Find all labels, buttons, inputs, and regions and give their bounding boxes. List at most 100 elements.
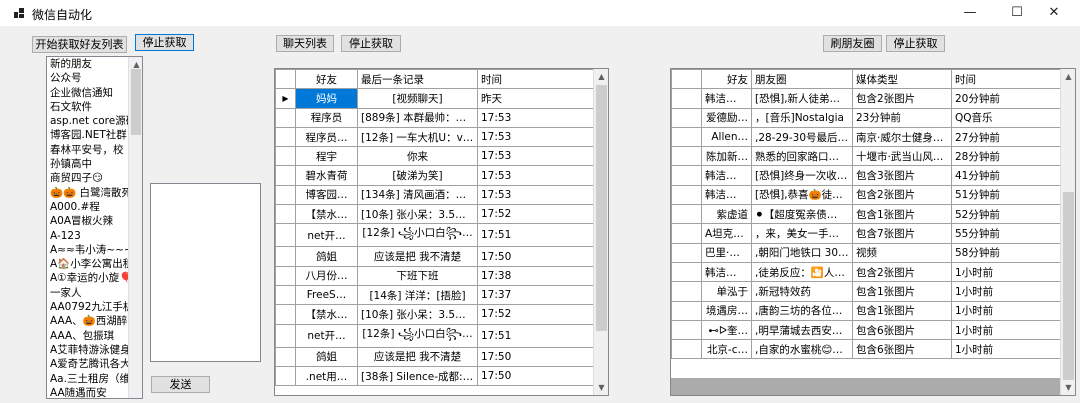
table-cell[interactable]: 包含6张图片 — [852, 339, 952, 360]
table-cell[interactable]: 51分钟前 — [951, 184, 1063, 206]
table-cell[interactable]: net开… — [295, 223, 358, 248]
table-row[interactable]: 单泓于 ,新冠特效药 包含1张图片 1小时前 — [671, 281, 1063, 302]
table-cell[interactable]: ,28-29-30号最后3… — [751, 126, 853, 148]
table-cell[interactable]: 17:50 — [477, 365, 596, 387]
table-cell[interactable]: 韩洁🎃… — [701, 184, 752, 206]
column-header[interactable]: 时间 — [477, 69, 596, 90]
table-cell[interactable]: 41分钟前 — [951, 165, 1063, 186]
table-cell[interactable]: 碧水青荷 — [295, 165, 358, 186]
table-row[interactable]: .net用… [38条] Silence-成都: … 17:50 — [275, 365, 596, 387]
row-header[interactable] — [275, 126, 296, 148]
table-cell[interactable]: ,明早蒲城去西安！… — [751, 319, 853, 341]
table-cell[interactable]: 熟悉的回家路口🛄… — [751, 146, 853, 167]
row-header[interactable] — [671, 88, 702, 109]
start-fetch-friends-button[interactable]: 开始获取好友列表 — [32, 36, 127, 53]
refresh-moments-button[interactable]: 刷朋友圈 — [823, 35, 882, 52]
chat-list-button[interactable]: 聊天列表 — [276, 35, 334, 52]
row-header[interactable] — [275, 107, 296, 128]
table-cell[interactable]: 爱德励… — [701, 107, 752, 128]
table-cell[interactable]: 1小时前 — [951, 261, 1063, 283]
table-cell[interactable]: 17:50 — [477, 346, 596, 367]
table-row[interactable]: net开… [12条] ꧁小口白꧂… 17:51 — [275, 223, 596, 248]
table-cell[interactable]: 下班下班 — [357, 265, 478, 286]
row-header[interactable] — [275, 165, 296, 186]
table-cell[interactable]: ,新冠特效药 — [751, 281, 853, 302]
table-row[interactable]: FreeS… [14条] 洋洋：[捂脸] 17:37 — [275, 284, 596, 306]
table-cell[interactable]: [134条] 清风画酒：我… — [357, 184, 478, 206]
table-row[interactable]: 紫虚道 ⚫【超度冤亲债… 包含1张图片 52分钟前 — [671, 204, 1063, 225]
row-header[interactable] — [671, 165, 702, 186]
table-cell[interactable]: 境遇房… — [701, 300, 752, 321]
table-row[interactable]: 【禁水… [10条] 张小呆：3.5应该… 17:52 — [275, 304, 596, 325]
table-cell[interactable]: 包含3张图片 — [852, 165, 952, 186]
row-header[interactable] — [671, 146, 702, 167]
row-header[interactable] — [671, 319, 702, 341]
column-header[interactable]: 最后一条记录 — [357, 69, 478, 90]
table-row[interactable]: ▶ 妈妈 [视频聊天] 昨天 — [275, 88, 596, 109]
table-cell[interactable]: 包含2张图片 — [852, 261, 952, 283]
table-cell[interactable]: 17:50 — [477, 246, 596, 267]
row-header[interactable] — [275, 223, 296, 248]
table-cell[interactable]: 十堰市·武当山风… — [852, 146, 952, 167]
table-cell[interactable]: 韩洁🎃… — [701, 88, 752, 109]
scroll-down-arrow-icon[interactable]: ▼ — [594, 380, 608, 395]
table-cell[interactable]: 八月份… — [295, 265, 358, 286]
table-cell[interactable]: 包含2张图片 — [852, 184, 952, 206]
row-header[interactable] — [671, 126, 702, 148]
table-cell[interactable]: [10条] 张小呆：3.5应该… — [357, 304, 478, 325]
table-cell[interactable]: 1小时前 — [951, 281, 1063, 302]
table-row[interactable]: 程序员 [889条] 本群最帅：服… 17:53 — [275, 107, 596, 128]
table-row[interactable]: 爱德励… ，[音乐]Nostalgia 23分钟前 QQ音乐 — [671, 107, 1063, 128]
maximize-icon[interactable]: ☐ — [997, 0, 1037, 26]
friend-list-scrollbar[interactable]: ▲ — [128, 57, 142, 398]
table-cell[interactable]: 包含6张图片 — [852, 319, 952, 341]
table-cell[interactable]: [12条] ꧁小口白꧂… — [357, 323, 478, 348]
row-header[interactable] — [671, 339, 702, 360]
column-header[interactable]: 时间 — [951, 69, 1063, 90]
table-cell[interactable]: 程序员 — [295, 107, 358, 128]
table-cell[interactable]: 程宇 — [295, 146, 358, 167]
table-cell[interactable]: 【禁水… — [295, 204, 358, 225]
row-header[interactable] — [671, 281, 702, 302]
scroll-up-arrow-icon[interactable]: ▲ — [1061, 69, 1075, 84]
moments-grid-scrollbar[interactable]: ▲ ▼ — [1060, 69, 1075, 395]
table-row[interactable]: 韩洁🎃… [恐惧],新人徒弟入… 包含2张图片 20分钟前 — [671, 88, 1063, 109]
chat-grid-scrollbar[interactable]: ▲ ▼ — [593, 69, 608, 395]
stop-fetch-moments-button[interactable]: 停止获取 — [886, 35, 945, 52]
table-cell[interactable]: 紫虚道 — [701, 204, 752, 225]
table-cell[interactable]: 17:52 — [477, 304, 596, 325]
stop-fetch-friends-button[interactable]: 停止获取 — [135, 34, 194, 51]
row-header[interactable] — [275, 146, 296, 167]
row-header[interactable] — [671, 223, 702, 244]
table-row[interactable]: A坦克🚗…，来，美女一手车 1…包含7张图片55分钟前 — [671, 223, 1063, 244]
table-cell[interactable]: [10条] 张小呆：3.5应该… — [357, 204, 478, 225]
column-header[interactable]: 好友 — [295, 69, 358, 90]
table-cell[interactable]: ，来，美女一手车 1… — [751, 223, 853, 244]
table-cell[interactable]: [12条] ꧁小口白꧂… — [357, 223, 478, 248]
table-cell[interactable]: 应该是把 我不清楚 — [357, 246, 478, 267]
table-cell[interactable]: 应该是把 我不清楚 — [357, 346, 478, 367]
table-cell[interactable]: 鸽姐 — [295, 346, 358, 367]
table-row[interactable]: 巴里·艾… ,朝阳门地铁口 300… 视频 58分钟前 — [671, 242, 1063, 263]
table-cell[interactable]: 17:51 — [477, 223, 596, 248]
table-cell[interactable]: [889条] 本群最帅：服… — [357, 107, 478, 128]
row-header[interactable] — [275, 346, 296, 367]
send-button[interactable]: 发送 — [151, 376, 210, 393]
table-cell[interactable]: 28分钟前 — [951, 146, 1063, 167]
table-row[interactable]: ⊷ᐅ奎… ,明早蒲城去西安！… 包含6张图片 1小时前 — [671, 319, 1063, 341]
row-header[interactable] — [671, 300, 702, 321]
table-cell[interactable]: 南京·威尔士健身… — [852, 126, 952, 148]
row-header[interactable] — [671, 261, 702, 283]
table-cell[interactable]: 博客园… — [295, 184, 358, 206]
table-cell[interactable]: ,朝阳门地铁口 300… — [751, 242, 853, 263]
row-header[interactable]: ▶ — [275, 88, 296, 109]
table-cell[interactable]: 17:38 — [477, 265, 596, 286]
table-row[interactable]: 碧水青荷 [破涕为笑] 17:53 — [275, 165, 596, 186]
row-header[interactable] — [275, 365, 296, 387]
table-cell[interactable]: 17:53 — [477, 165, 596, 186]
column-header[interactable]: 媒体类型 — [852, 69, 952, 90]
scroll-thumb[interactable] — [1063, 192, 1074, 380]
table-cell[interactable]: ,自家的水蜜桃😊… — [751, 339, 853, 360]
scroll-up-arrow-icon[interactable]: ▲ — [594, 69, 608, 84]
table-cell[interactable]: [14条] 洋洋：[捂脸] — [357, 284, 478, 306]
